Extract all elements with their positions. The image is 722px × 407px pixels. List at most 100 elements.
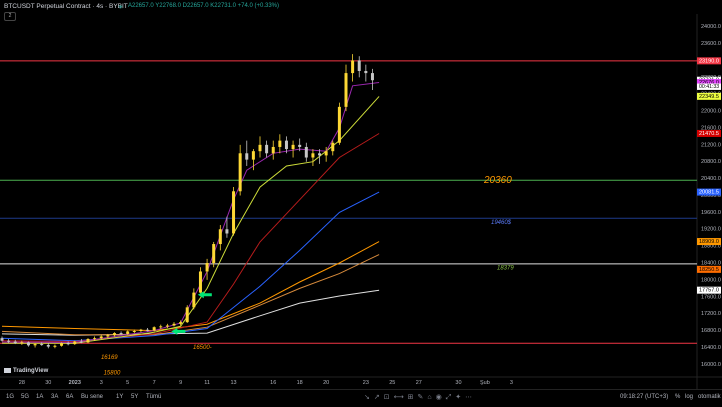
candle-31: [205, 263, 209, 272]
candle-20: [132, 330, 136, 332]
level-label-16500: 16500-: [193, 345, 212, 351]
auto-scale-toggle[interactable]: otomatik: [698, 394, 721, 400]
candle-22: [146, 329, 150, 331]
candle-46: [304, 146, 308, 158]
candle-44: [291, 144, 295, 150]
x-tick-11: 20: [323, 380, 329, 386]
y-tick-19: 23600.0: [701, 41, 721, 47]
candle-14: [93, 338, 97, 340]
y-tick-11: 20400.0: [701, 176, 721, 182]
candle-12: [79, 341, 83, 343]
candle-24: [159, 326, 163, 328]
candle-4: [26, 342, 30, 346]
price-tag-label-4: 21470.5: [699, 131, 719, 137]
y-tick-5: 18000.0: [701, 277, 721, 283]
level-label-19460: 19460$: [491, 220, 512, 226]
candle-30: [198, 271, 202, 293]
y-tick-0: 16000.0: [701, 362, 721, 368]
x-tick-12: 23: [363, 380, 369, 386]
timeframe-4[interactable]: 6A: [66, 394, 73, 400]
timeframe-3[interactable]: 3A: [51, 394, 58, 400]
timeframe-6[interactable]: 1Y: [116, 394, 123, 400]
candle-53: [351, 60, 355, 74]
candle-47: [311, 153, 315, 158]
candle-19: [126, 331, 130, 334]
timeframe-8[interactable]: Tümü: [146, 394, 161, 400]
candle-55: [364, 70, 368, 74]
x-tick-15: 30: [455, 380, 461, 386]
candle-0: [0, 338, 4, 341]
y-tick-2: 16800.0: [701, 328, 721, 334]
candle-3: [20, 342, 24, 344]
x-tick-14: 27: [416, 380, 422, 386]
candle-18: [119, 333, 123, 335]
price-tag-label-3: 22349.5: [699, 94, 719, 100]
x-tick-3: 3: [100, 380, 103, 386]
price-tag-label-5: 20081.5: [699, 190, 719, 196]
candle-33: [218, 229, 222, 245]
clock-readout[interactable]: 09:18:27 (UTC+3): [620, 394, 668, 400]
indicator-collapse-button[interactable]: 2: [4, 12, 16, 21]
x-tick-10: 18: [297, 380, 303, 386]
candle-37: [245, 153, 249, 160]
ma-line-6: [1, 82, 380, 343]
x-tick-1: 30: [45, 380, 51, 386]
candle-2: [13, 341, 17, 344]
candle-7: [46, 344, 50, 347]
candle-26: [172, 323, 176, 326]
x-tick-4: 5: [126, 380, 129, 386]
log-toggle[interactable]: log: [685, 394, 693, 400]
tradingview-mark-icon: [4, 368, 11, 373]
candle-23: [152, 327, 156, 331]
y-tick-8: 19200.0: [701, 227, 721, 233]
ma-line-3: [1, 191, 380, 342]
candle-40: [265, 144, 269, 154]
candle-21: [139, 329, 143, 331]
drawing-tools[interactable]: ↘︎↗︎⊡⟷⊞✎⌂◉⤢✦⋯: [364, 393, 476, 402]
y-tick-1: 16400.0: [701, 345, 721, 351]
candle-29: [192, 292, 196, 308]
y-tick-20: 24000.0: [701, 24, 721, 30]
x-tick-8: 13: [230, 380, 236, 386]
level-label-20360: 20360: [483, 175, 512, 186]
candle-41: [271, 146, 275, 154]
y-tick-15: 22000.0: [701, 109, 721, 115]
countdown-label: 00:41:33: [699, 84, 719, 90]
chart-header: BTCUSDT Perpetual Contract · 4s · BYBIT …: [0, 0, 722, 22]
candle-56: [370, 73, 374, 81]
price-tag-label-8: 17757.0: [699, 288, 719, 294]
candle-15: [99, 336, 103, 339]
y-tick-12: 20800.0: [701, 159, 721, 165]
x-tick-16: Şub: [480, 380, 490, 386]
y-tick-4: 17600.0: [701, 294, 721, 300]
annotation-0: 16169: [101, 355, 118, 361]
x-tick-2: 2023: [69, 380, 81, 386]
candle-43: [284, 140, 288, 150]
timeframe-2[interactable]: 1A: [36, 394, 43, 400]
ma-line-4: [1, 133, 380, 343]
timeframe-1[interactable]: 5G: [21, 394, 29, 400]
price-tag-label-7: 18250.5: [699, 267, 719, 273]
annotation-1: 15800: [104, 370, 121, 376]
tradingview-logo[interactable]: TradingView: [4, 368, 48, 374]
candle-49: [324, 151, 328, 156]
candle-8: [53, 345, 57, 347]
candle-9: [60, 343, 64, 346]
symbol-title[interactable]: BTCUSDT Perpetual Contract · 4s · BYBIT: [4, 3, 128, 10]
candle-42: [278, 140, 282, 147]
candle-45: [298, 144, 302, 147]
candle-1: [7, 340, 11, 342]
timeframe-0[interactable]: 1G: [6, 394, 14, 400]
candle-39: [258, 144, 262, 152]
timeframe-7[interactable]: 5Y: [131, 394, 138, 400]
candle-17: [112, 333, 116, 336]
candle-38: [251, 151, 255, 160]
timeframe-5[interactable]: Bu sene: [81, 394, 103, 400]
price-chart[interactable]: 20360 19460$ 18379 16500- 16169 15800 16000.0 1…: [0, 0, 722, 389]
candle-27: [179, 322, 183, 324]
market-status-icon: ✳: [118, 5, 124, 11]
candle-16: [106, 335, 110, 337]
percent-toggle[interactable]: %: [675, 394, 680, 400]
candle-52: [344, 73, 348, 107]
level-label-18379: 18379: [497, 265, 514, 271]
